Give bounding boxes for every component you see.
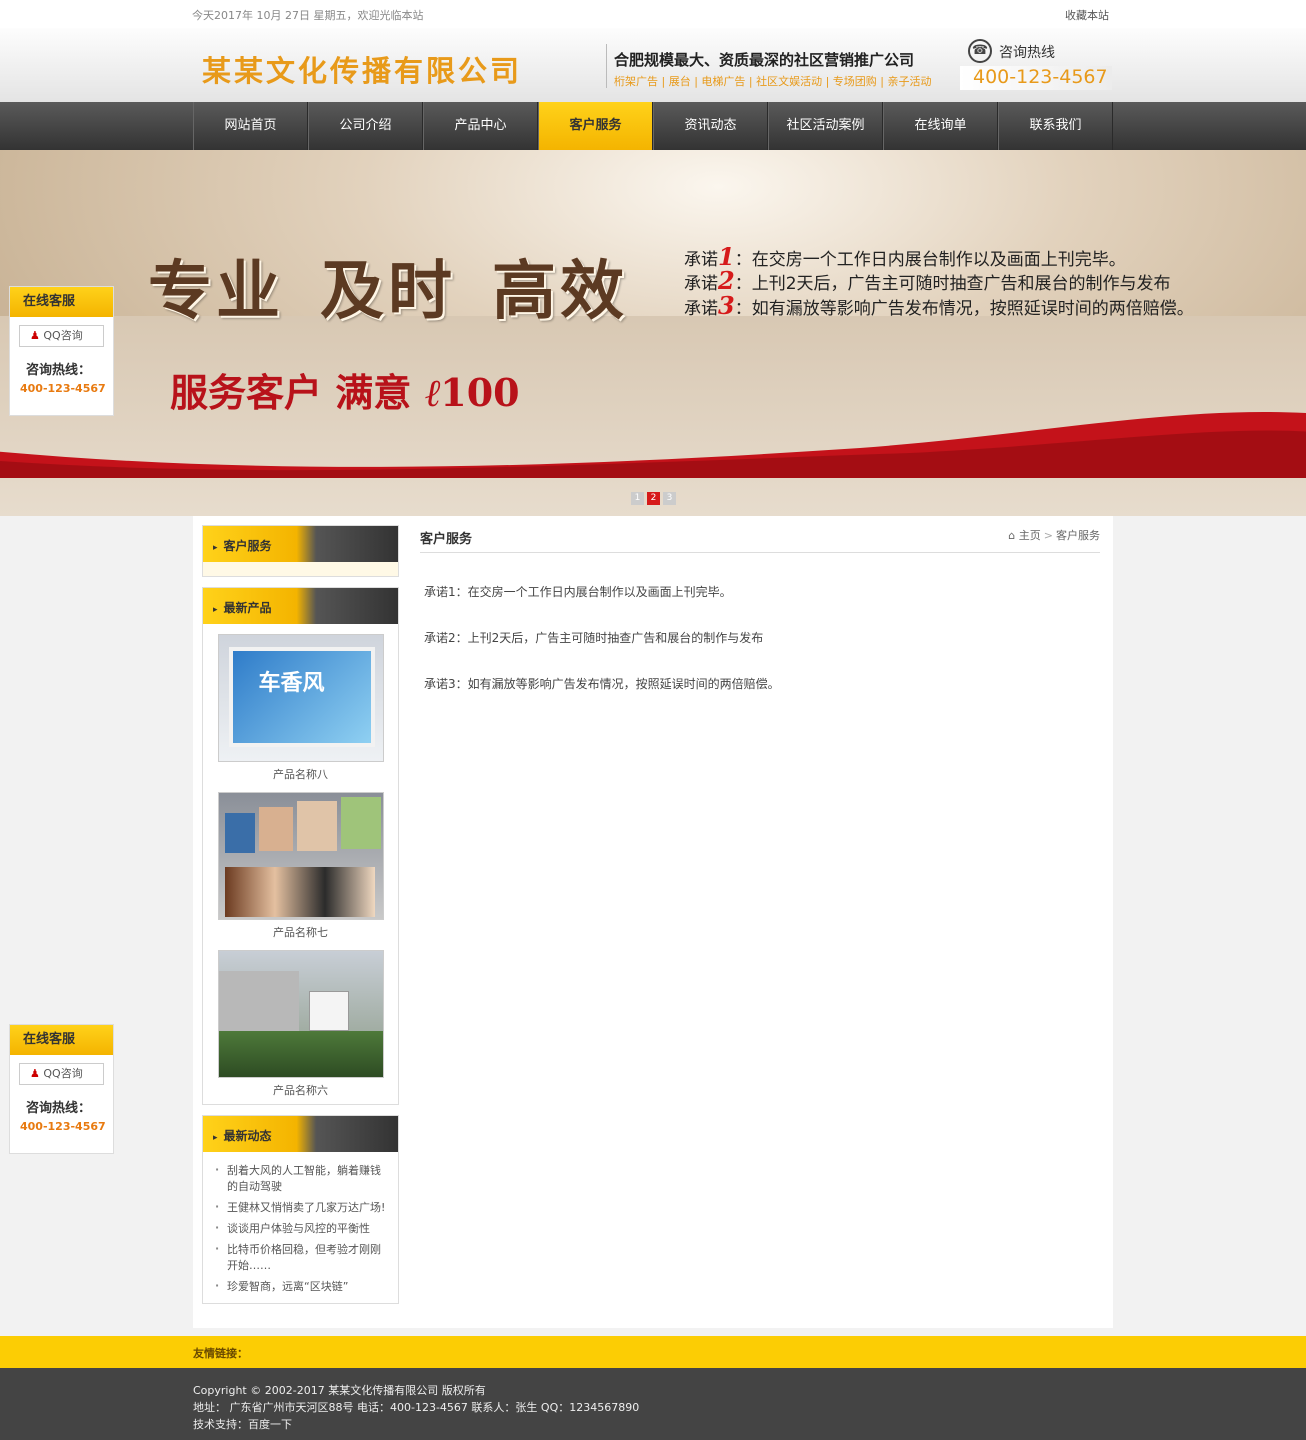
- sidebar-service-title[interactable]: 客户服务: [203, 526, 398, 562]
- news-list: 刮着大风的人工智能，躺着赚钱的自动驾驶 王健林又悄悄卖了几家万达广场! 谈谈用户…: [203, 1152, 398, 1303]
- welcome-text: 今天2017年 10月 27日 星期五，欢迎光临本站: [192, 9, 424, 22]
- nav-item-contact[interactable]: 联系我们: [998, 102, 1113, 150]
- sidebar-news-title: 最新动态: [203, 1116, 398, 1152]
- qq-icon: ♟: [30, 329, 40, 342]
- service-widget-title: 在线客服: [10, 1025, 113, 1055]
- product-image[interactable]: [217, 792, 384, 920]
- favorite-link[interactable]: 收藏本站: [1065, 7, 1109, 23]
- product-name[interactable]: 产品名称七: [218, 924, 384, 940]
- slide-dot-active[interactable]: 2: [647, 492, 660, 505]
- home-icon: ⌂: [1008, 529, 1016, 542]
- banner-service-slogan: 服务客户 满意 ℓ100: [170, 370, 520, 415]
- nav-item-news[interactable]: 资讯动态: [653, 102, 768, 150]
- news-item[interactable]: 谈谈用户体验与风控的平衡性: [215, 1218, 388, 1239]
- news-item[interactable]: 珍爱智商，远离“区块链”: [215, 1276, 388, 1297]
- hero-banner[interactable]: 专业 及时 高效 承诺1：在交房一个工作日内展台制作以及画面上刊完毕。 承诺2：上刊…: [0, 150, 1306, 516]
- footer-address: 地址： 广东省广州市天河区88号 电话：400-123-4567 联系人：张生 …: [193, 1401, 640, 1414]
- banner-promise: 承诺3：如有漏放等影响广告发布情况，按照延误时间的两倍赔偿。: [684, 291, 1194, 320]
- nav-item-cases[interactable]: 社区活动案例: [768, 102, 883, 150]
- online-service-widget: 在线客服 ♟ QQ咨询 咨询热线： 400-123-4567: [9, 286, 114, 416]
- breadcrumb-current[interactable]: 客户服务: [1056, 529, 1100, 542]
- breadcrumb-home[interactable]: 主页: [1019, 529, 1041, 542]
- hotline-number: 400-123-4567: [960, 66, 1112, 90]
- breadcrumb-separator: >: [1043, 529, 1053, 542]
- nav-item-inquiry[interactable]: 在线询单: [883, 102, 998, 150]
- friend-links-label: 友情链接：: [193, 1347, 248, 1360]
- nav-item-home[interactable]: 网站首页: [193, 102, 308, 150]
- qq-icon: ♟: [30, 1067, 40, 1080]
- headline-word: 专业: [148, 254, 284, 329]
- phone-icon: ☎: [968, 39, 992, 63]
- content-header: 客户服务 ⌂ 主页 > 客户服务: [420, 525, 1100, 553]
- news-item[interactable]: 比特币价格回稳，但考验才刚刚开始……: [215, 1239, 388, 1276]
- footer-copyright: Copyright © 2002-2017 某某文化传播有限公司 版权所有: [193, 1384, 486, 1397]
- nav-item-about[interactable]: 公司介绍: [308, 102, 423, 150]
- footer: Copyright © 2002-2017 某某文化传播有限公司 版权所有 地址…: [0, 1368, 1306, 1440]
- hotline-label: 咨询热线: [999, 45, 1055, 61]
- nav-item-service[interactable]: 客户服务: [538, 102, 653, 150]
- qq-consult-button[interactable]: ♟ QQ咨询: [19, 1063, 104, 1085]
- slide-dot[interactable]: 3: [663, 492, 676, 505]
- product-image[interactable]: 车香风: [217, 634, 384, 762]
- headline-word: 及时: [320, 254, 456, 329]
- product-name[interactable]: 产品名称六: [218, 1082, 384, 1098]
- breadcrumb: ⌂ 主页 > 客户服务: [1008, 527, 1100, 543]
- slide-dot[interactable]: 1: [631, 492, 644, 505]
- footer-support[interactable]: 技术支持：百度一下: [193, 1416, 292, 1432]
- article-content: 客户服务 ⌂ 主页 > 客户服务 承诺1：在交房一个工作日内展台制作以及画面上刊完毕…: [420, 525, 1100, 721]
- red-ribbon-graphic: [0, 411, 1306, 478]
- product-name[interactable]: 产品名称八: [218, 766, 384, 782]
- slogan-divider: [606, 44, 607, 88]
- product-card[interactable]: 车香风 产品名称八: [217, 634, 384, 782]
- qq-consult-button[interactable]: ♟ QQ咨询: [19, 325, 104, 347]
- sidebar-news-box: 最新动态 刮着大风的人工智能，躺着赚钱的自动驾驶 王健林又悄悄卖了几家万达广场!…: [202, 1115, 399, 1304]
- service-hotline-number: 400-123-4567: [20, 382, 106, 395]
- service-hotline-number: 400-123-4567: [20, 1120, 106, 1133]
- main-nav: 网站首页 公司介绍 产品中心 客户服务 资讯动态 社区活动案例 在线询单 联系我…: [0, 102, 1306, 150]
- slider-dots: 1 2 3: [631, 492, 676, 505]
- banner-headline: 专业 及时 高效: [148, 240, 664, 332]
- sidebar-products-title: 最新产品: [203, 588, 398, 624]
- service-hotline-label: 咨询热线：: [26, 1101, 92, 1116]
- header: 某某文化传播有限公司 合肥规模最大、资质最深的社区营销推广公司 桁架广告 | 展…: [0, 28, 1306, 102]
- news-item[interactable]: 王健林又悄悄卖了几家万达广场!: [215, 1197, 388, 1218]
- content-body: 承诺1：在交房一个工作日内展台制作以及画面上刊完毕。 承诺2：上刊2天后，广告主…: [420, 553, 1100, 693]
- product-image[interactable]: [217, 950, 384, 1078]
- main-content-area: 客户服务 最新产品 车香风 产品名称八 产品名称七: [193, 516, 1113, 1328]
- page-title: 客户服务: [420, 532, 473, 547]
- content-paragraph: 承诺2：上刊2天后，广告主可随时抽查广告和展台的制作与发布: [424, 631, 764, 645]
- slogan-sub: 桁架广告 | 展台 | 电梯广告 | 社区文娱活动 | 专场团购 | 亲子活动: [614, 75, 932, 88]
- product-card[interactable]: 产品名称七: [217, 792, 384, 940]
- service-hotline-label: 咨询热线：: [26, 363, 92, 378]
- service-widget-title: 在线客服: [10, 287, 113, 317]
- company-logo[interactable]: 某某文化传播有限公司: [202, 48, 522, 90]
- news-item[interactable]: 刮着大风的人工智能，躺着赚钱的自动驾驶: [215, 1160, 388, 1197]
- top-bar: 今天2017年 10月 27日 星期五，欢迎光临本站 收藏本站: [0, 0, 1306, 28]
- product-card[interactable]: 产品名称六: [217, 950, 384, 1098]
- content-paragraph: 承诺1：在交房一个工作日内展台制作以及画面上刊完毕。: [424, 585, 732, 599]
- friend-links-bar: 友情链接：: [0, 1336, 1306, 1368]
- sidebar-service-box: 客户服务: [202, 525, 399, 577]
- slogan-main: 合肥规模最大、资质最深的社区营销推广公司: [614, 51, 915, 69]
- sidebar-products-box: 最新产品 车香风 产品名称八 产品名称七: [202, 587, 399, 1105]
- headline-word: 高效: [492, 254, 628, 329]
- nav-item-products[interactable]: 产品中心: [423, 102, 538, 150]
- sidebar: 客户服务 最新产品 车香风 产品名称八 产品名称七: [202, 525, 399, 1314]
- online-service-widget: 在线客服 ♟ QQ咨询 咨询热线： 400-123-4567: [9, 1024, 114, 1154]
- content-paragraph: 承诺3：如有漏放等影响广告发布情况，按照延误时间的两倍赔偿。: [424, 677, 780, 691]
